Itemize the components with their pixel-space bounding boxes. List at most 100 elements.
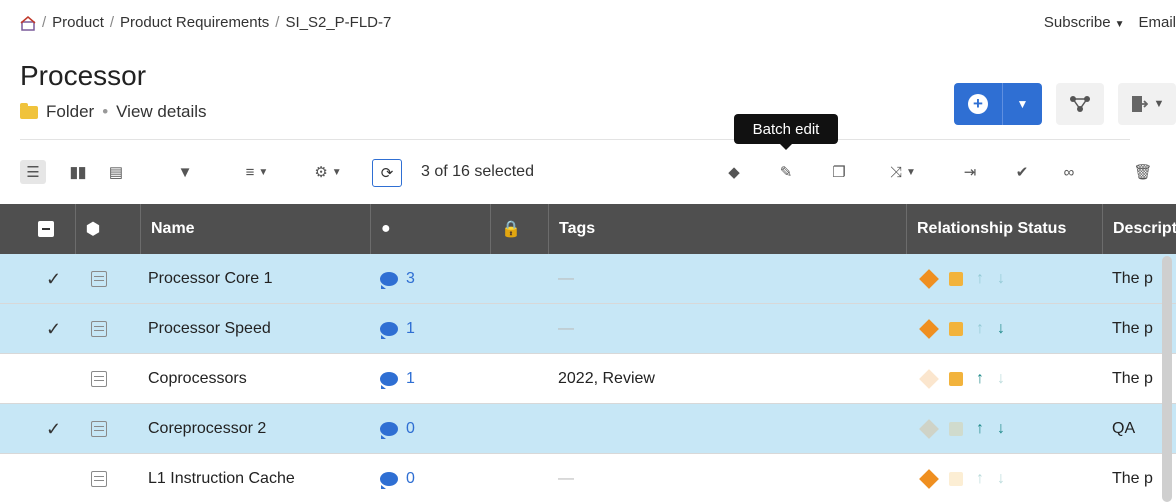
chevron-down-icon: ▼ (1114, 19, 1125, 30)
table-row[interactable]: ✓ Processor Speed 1 — ↑ ↓ The p (0, 304, 1176, 354)
comment-icon (380, 472, 398, 489)
tag-icon: ◆ (728, 164, 740, 181)
comment-icon (380, 322, 398, 339)
comments-cell[interactable]: 0 (380, 404, 415, 454)
breadcrumb-separator: / (275, 14, 280, 31)
tags-cell[interactable]: — (558, 454, 574, 502)
downstream-arrow-icon: ↓ (997, 420, 1005, 437)
header-actions: + ▼ ▼ (954, 83, 1176, 125)
description-cell[interactable]: The p (1112, 454, 1153, 502)
row-checkbox[interactable]: ✓ (46, 254, 61, 304)
comments-cell[interactable]: 1 (380, 354, 415, 404)
requirement-icon (91, 321, 107, 337)
table-row[interactable]: Coprocessors 1 2022, Review ↑ ↓ The p (0, 354, 1176, 404)
relationship-status-cell: ↑ ↓ (919, 404, 1005, 454)
top-bar: / Product / Product Requirements / SI_S2… (0, 0, 1176, 44)
duplicate-button[interactable]: ❐ (828, 160, 850, 184)
column-relationship-status[interactable]: Relationship Status (906, 204, 1102, 254)
import-button[interactable]: ⇥ (960, 160, 980, 184)
filter-button[interactable]: ▼ (175, 160, 195, 184)
column-type[interactable]: ⬢ (75, 204, 140, 254)
breadcrumb-item-product[interactable]: Product (52, 14, 104, 31)
comment-count: 0 (406, 420, 415, 437)
name-cell[interactable]: Coreprocessor 2 (148, 404, 266, 454)
sort-list-icon: ≡ (245, 163, 255, 181)
suspect-upstream-icon (919, 469, 939, 489)
relationships-button[interactable] (1056, 83, 1104, 125)
move-button[interactable]: ⤨ ▼ (880, 160, 926, 184)
table-header: ⬢ Name ● 🔒 Tags Relationship Status Desc… (0, 204, 1176, 254)
name-cell[interactable]: Coprocessors (148, 354, 247, 404)
project-home-icon[interactable] (20, 15, 36, 31)
check-circle-icon: ✔ (1015, 164, 1029, 181)
vertical-scrollbar[interactable] (1162, 256, 1172, 502)
settings-button[interactable]: ⚙ ▼ (306, 160, 350, 184)
subscribe-button[interactable]: Subscribe ▼ (1044, 14, 1125, 31)
link-button[interactable]: ∞ (1058, 160, 1080, 184)
document-icon: ▤ (108, 164, 124, 181)
comments-cell[interactable]: 0 (380, 454, 415, 502)
description-cell[interactable]: The p (1112, 354, 1153, 404)
delete-button[interactable]: 🗑 (1132, 160, 1154, 184)
column-lock[interactable]: 🔒 (490, 204, 548, 254)
export-button[interactable]: ▼ (1118, 83, 1176, 125)
filter-icon: ▼ (177, 163, 193, 181)
add-dropdown-button[interactable]: ▼ (1002, 83, 1042, 125)
tags-cell[interactable]: — (558, 304, 574, 354)
table-row[interactable]: ✓ Coreprocessor 2 0 ↑ ↓ QA (0, 404, 1176, 454)
comment-count: 0 (406, 470, 415, 487)
upstream-arrow-icon: ↑ (976, 270, 984, 287)
email-button[interactable]: Email (1138, 14, 1176, 31)
breadcrumb-item-requirements[interactable]: Product Requirements (120, 14, 269, 31)
name-cell[interactable]: Processor Speed (148, 304, 271, 354)
lock-icon: 🔒 (501, 221, 521, 238)
upstream-arrow-icon: ↑ (976, 470, 984, 487)
comment-icon (380, 372, 398, 389)
sort-button[interactable]: ≡ ▼ (232, 160, 282, 184)
table-row[interactable]: L1 Instruction Cache 0 — ↑ ↓ The p (0, 454, 1176, 502)
plus-icon: + (968, 94, 988, 114)
chevron-down-icon: ▼ (331, 166, 342, 178)
item-type-cell (91, 404, 107, 454)
description-cell[interactable]: The p (1112, 304, 1153, 354)
requirement-icon (91, 371, 107, 387)
tags-cell[interactable]: — (558, 254, 574, 304)
comment-icon: ● (381, 220, 391, 237)
downstream-arrow-icon: ↓ (997, 470, 1005, 487)
select-all-checkbox[interactable] (28, 204, 54, 254)
item-type-cell (91, 354, 107, 404)
list-view-button[interactable]: ☰ (20, 160, 46, 184)
folder-label: Folder (46, 102, 95, 121)
row-checkbox[interactable]: ✓ (46, 404, 61, 454)
column-comments[interactable]: ● (370, 204, 490, 254)
column-description[interactable]: Descripti (1102, 204, 1176, 254)
add-button[interactable]: + (954, 83, 1002, 125)
gear-icon: ⚙ (314, 164, 328, 181)
refresh-button[interactable]: ⟳ (372, 159, 402, 187)
document-view-button[interactable]: ▤ (106, 160, 126, 184)
batch-edit-button[interactable]: ✎ (776, 160, 796, 184)
requirement-icon (91, 421, 107, 437)
view-details-link[interactable]: View details (116, 102, 206, 122)
table-row[interactable]: ✓ Processor Core 1 3 — ↑ ↓ The p (0, 254, 1176, 304)
approve-button[interactable]: ✔ (1012, 160, 1032, 184)
board-view-button[interactable]: ▮▮ (64, 160, 92, 184)
description-cell[interactable]: The p (1112, 254, 1153, 304)
downstream-arrow-icon: ↓ (997, 320, 1005, 337)
comment-icon (380, 422, 398, 439)
downstream-arrow-icon: ↓ (997, 370, 1005, 387)
description-cell[interactable]: QA (1112, 404, 1135, 454)
upstream-arrow-icon: ↑ (976, 420, 984, 437)
folder-subline: Folder • View details (20, 102, 207, 122)
column-name[interactable]: Name (140, 204, 370, 254)
comments-cell[interactable]: 1 (380, 304, 415, 354)
tags-cell[interactable]: 2022, Review (558, 354, 655, 404)
link-icon: ∞ (1063, 163, 1075, 181)
name-cell[interactable]: L1 Instruction Cache (148, 454, 295, 502)
name-cell[interactable]: Processor Core 1 (148, 254, 273, 304)
comments-cell[interactable]: 3 (380, 254, 415, 304)
minus-checkbox-icon (38, 221, 54, 237)
column-tags[interactable]: Tags (548, 204, 906, 254)
tag-button[interactable]: ◆ (724, 160, 744, 184)
row-checkbox[interactable]: ✓ (46, 304, 61, 354)
